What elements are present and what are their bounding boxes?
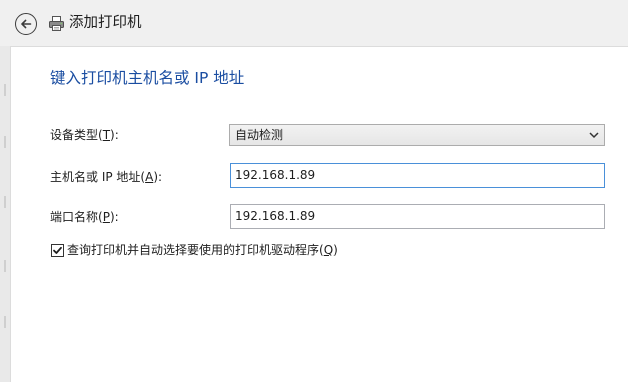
port-name-label: 端口名称(P): — [50, 209, 119, 225]
edge-tick — [4, 136, 6, 148]
device-type-selected-value: 自动检测 — [235, 128, 284, 142]
edge-tick — [4, 316, 6, 328]
port-name-input[interactable]: 192.168.1.89 — [230, 204, 605, 229]
host-label: 主机名或 IP 地址(A): — [50, 169, 162, 185]
page-heading: 键入打印机主机名或 IP 地址 — [50, 69, 245, 87]
query-driver-label[interactable]: 查询打印机并自动选择要使用的打印机驱动程序(Q) — [67, 242, 338, 258]
back-arrow-icon — [21, 19, 32, 29]
left-edge-strip — [0, 46, 10, 382]
window-title: 添加打印机 — [69, 15, 142, 31]
query-driver-checkbox[interactable] — [51, 244, 64, 257]
printer-icon — [49, 16, 64, 31]
chevron-down-icon — [589, 132, 599, 139]
device-type-label-text: 设备类型(T): — [50, 128, 119, 142]
device-type-label: 设备类型(T): — [50, 127, 119, 143]
edge-tick — [4, 84, 6, 96]
edge-tick — [4, 260, 6, 272]
edge-tick — [4, 196, 6, 208]
checkmark-icon — [53, 246, 62, 254]
host-label-text: 主机名或 IP 地址(A): — [50, 170, 163, 184]
port-name-label-text: 端口名称(P): — [50, 210, 119, 224]
wizard-content-panel: 键入打印机主机名或 IP 地址 设备类型(T): 自动检测 主机名或 IP 地址… — [10, 46, 628, 382]
back-button[interactable] — [15, 13, 37, 35]
device-type-select[interactable]: 自动检测 — [229, 124, 605, 146]
host-input[interactable]: 192.168.1.89 — [230, 163, 605, 188]
title-bar: 添加打印机 — [0, 0, 628, 46]
add-printer-window: 添加打印机 键入打印机主机名或 IP 地址 设备类型(T): 自动检测 主机名或… — [0, 0, 628, 382]
